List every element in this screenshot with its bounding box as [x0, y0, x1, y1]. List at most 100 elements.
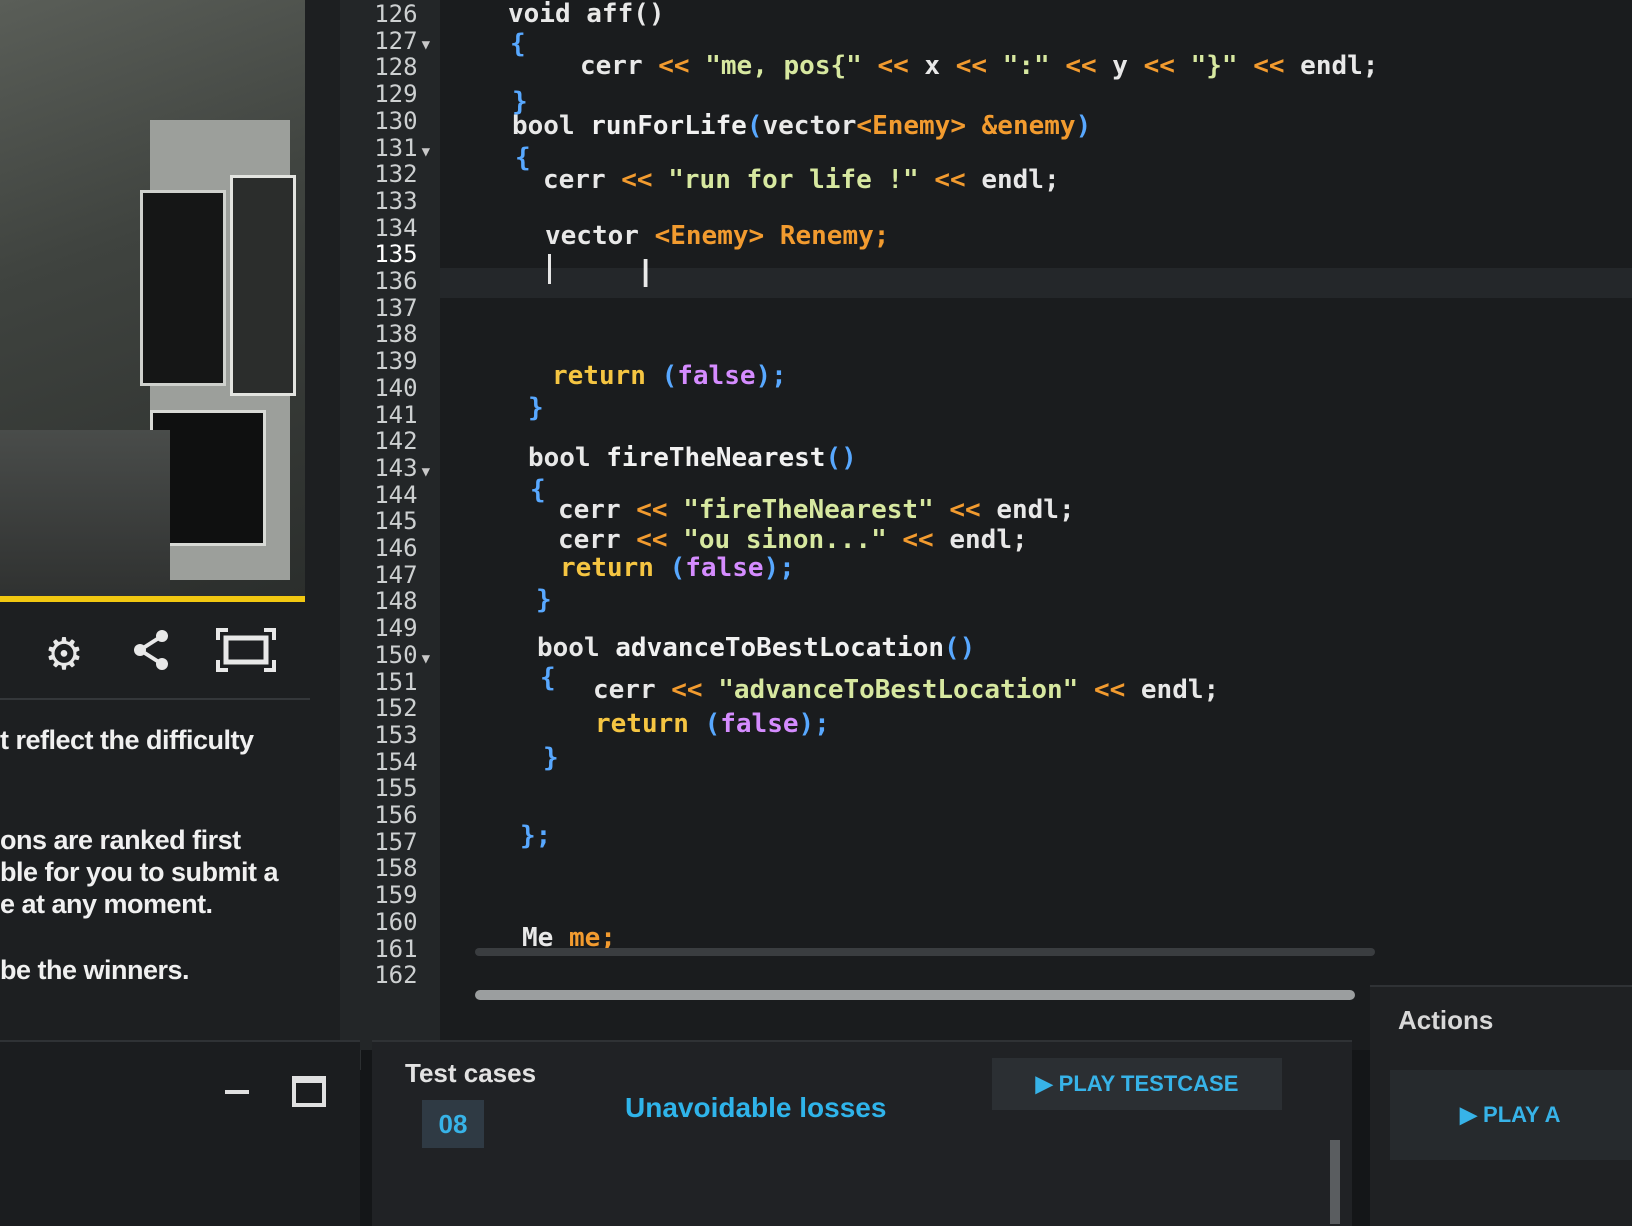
- code-text: x: [924, 51, 941, 81]
- code-text: bool: [528, 443, 591, 473]
- line-number-text: 132: [374, 160, 418, 189]
- line-number-text: 128: [374, 53, 418, 82]
- settings-icon[interactable]: ⚙: [40, 630, 88, 680]
- play-all-button[interactable]: ▶ PLAY A: [1390, 1070, 1632, 1160]
- line-number-text: 129: [374, 80, 418, 109]
- statement-line: [0, 759, 330, 825]
- code-string: "run for life !": [668, 165, 919, 195]
- code-op: <<: [658, 51, 690, 81]
- line-number-gutter: 126▼127▼128▼129▼130▼131▼132▼133▼134▼135▼…: [340, 0, 440, 1050]
- fold-arrow-icon[interactable]: ▼: [422, 651, 430, 667]
- code-text: {: [540, 663, 556, 693]
- code-line-128[interactable]: cerr << "me, pos{" << x << ":" << y << "…: [580, 52, 1378, 80]
- code-text: (: [704, 709, 721, 739]
- line-number-text: 150: [374, 640, 418, 669]
- code-line-139[interactable]: return (false);: [552, 362, 787, 390]
- line-number-text: 141: [374, 400, 418, 429]
- video-player[interactable]: [0, 0, 305, 600]
- horizontal-scroll-track[interactable]: [475, 948, 1375, 956]
- code-type: Enemy: [670, 221, 749, 251]
- line-number-text: 135: [374, 240, 418, 269]
- horizontal-scrollbar[interactable]: [475, 990, 1355, 1000]
- line-number-text: 140: [374, 373, 418, 402]
- code-line-132[interactable]: cerr << "run for life !" << endl;: [543, 166, 1060, 194]
- code-line-134[interactable]: vector <Enemy> Renemy;: [545, 222, 889, 250]
- line-number-text: 145: [374, 507, 418, 536]
- code-fn: runForLife: [590, 111, 747, 141]
- statement-line: ons are ranked first: [0, 825, 241, 855]
- fullscreen-icon[interactable]: [216, 627, 276, 683]
- fold-arrow-icon[interactable]: ▼: [422, 464, 430, 480]
- minimize-icon[interactable]: [225, 1090, 249, 1094]
- test-case-name[interactable]: Unavoidable losses: [625, 1092, 886, 1124]
- code-op: <<: [877, 51, 909, 81]
- line-number-text: 158: [374, 854, 418, 883]
- test-case-number[interactable]: 08: [422, 1100, 484, 1148]
- code-text: }: [528, 393, 544, 423]
- line-number-text: 142: [374, 427, 418, 456]
- code-line-149[interactable]: bool advanceToBestLocation(): [537, 634, 975, 662]
- code-line-142[interactable]: bool fireTheNearest(): [528, 444, 857, 472]
- code-string: "ou sinon...": [683, 525, 887, 555]
- code-op: <<: [636, 495, 668, 525]
- line-number-text: 131: [374, 133, 418, 162]
- code-line-143[interactable]: {: [530, 476, 546, 504]
- code-type: Enemy: [872, 111, 951, 141]
- code-line-153[interactable]: }: [543, 744, 559, 772]
- code-op: <<: [1093, 675, 1126, 705]
- code-op: <<: [1065, 51, 1097, 81]
- code-text: endl;: [1300, 51, 1379, 81]
- code-text: vector: [545, 221, 639, 251]
- code-line-156[interactable]: };: [520, 822, 551, 850]
- code-text: return: [595, 709, 689, 739]
- code-text: (: [669, 553, 686, 583]
- code-text: Renemy;: [779, 221, 890, 251]
- test-cases-scrollbar[interactable]: [1330, 1140, 1340, 1224]
- code-string: "}": [1190, 51, 1238, 81]
- code-text: <: [856, 111, 873, 141]
- line-number: 162▼: [340, 963, 430, 991]
- code-line-131[interactable]: {: [515, 144, 531, 172]
- video-frame-1: [140, 190, 226, 386]
- play-testcase-button[interactable]: ▶ PLAY TESTCASE: [992, 1058, 1282, 1110]
- line-number-text: 160: [374, 907, 418, 936]
- code-text: cerr: [580, 51, 643, 81]
- test-cases-title: Test cases: [405, 1058, 537, 1088]
- code-text: bool: [512, 111, 575, 141]
- code-line-144[interactable]: cerr << "fireTheNearest" << endl;: [558, 496, 1075, 524]
- fold-arrow-icon[interactable]: ▼: [422, 37, 430, 53]
- video-floor: [0, 430, 170, 600]
- code-bool: false: [677, 361, 756, 391]
- line-number-text: 155: [374, 774, 418, 803]
- statement-line: [0, 925, 330, 955]
- code-line-130[interactable]: bool runForLife(vector<Enemy> &enemy): [512, 112, 1091, 140]
- code-text: (): [825, 443, 857, 473]
- code-line-127[interactable]: {: [510, 30, 526, 58]
- code-text: endl;: [949, 525, 1028, 555]
- code-line-152[interactable]: return (false);: [595, 710, 830, 738]
- code-text: );: [763, 553, 795, 583]
- maximize-icon[interactable]: [292, 1076, 326, 1107]
- code-line-126[interactable]: void aff(): [508, 0, 665, 28]
- share-icon[interactable]: [128, 628, 176, 683]
- code-text: vector: [762, 111, 857, 141]
- code-line-147[interactable]: }: [536, 586, 552, 614]
- video-frame-2: [230, 175, 296, 396]
- code-text: bool: [537, 633, 600, 663]
- line-number-text: 148: [374, 587, 418, 616]
- actions-title: Actions: [1398, 1005, 1494, 1035]
- line-number-text: 153: [374, 720, 418, 749]
- code-line-140[interactable]: }: [528, 394, 544, 422]
- code-line-151[interactable]: cerr << "advanceToBestLocation" << endl;: [593, 676, 1219, 704]
- video-progress-bar[interactable]: [0, 596, 305, 602]
- code-bool: false: [685, 553, 764, 583]
- code-text: endl;: [996, 495, 1075, 525]
- code-line-146[interactable]: return (false);: [560, 554, 795, 582]
- code-text: );: [798, 709, 830, 739]
- divider: [0, 698, 310, 700]
- code-text: {: [515, 143, 531, 173]
- code-line-150[interactable]: {: [540, 664, 556, 692]
- fold-arrow-icon[interactable]: ▼: [422, 144, 430, 160]
- code-line-145[interactable]: cerr << "ou sinon..." << endl;: [558, 526, 1028, 554]
- statement-line: t reflect the difficulty: [0, 725, 254, 755]
